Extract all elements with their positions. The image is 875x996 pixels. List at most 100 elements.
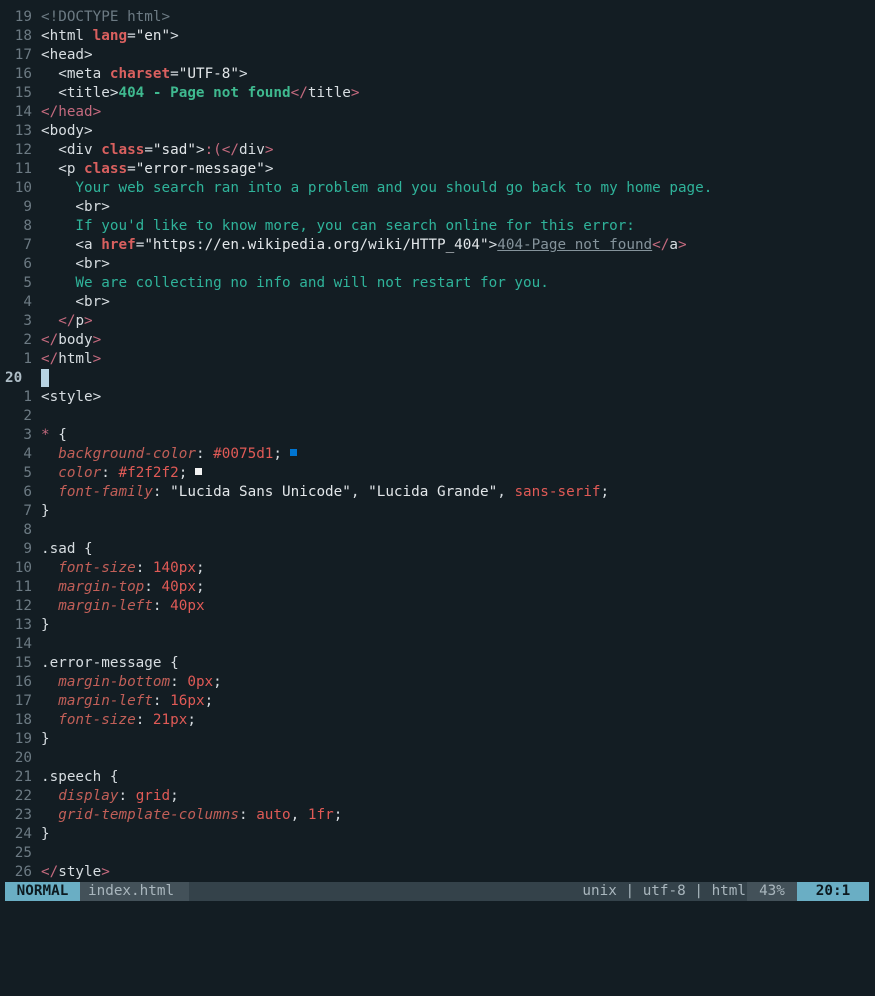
line-number: 8 [23,218,32,234]
code-line[interactable]: 6 font-family: "Lucida Sans Unicode", "L… [0,483,875,502]
code-line[interactable]: 20 [0,749,875,768]
code-text: margin-left: 16px; [41,693,213,709]
code-line[interactable]: 1 <style> [0,388,875,407]
code-line[interactable]: 18 font-size: 21px; [0,711,875,730]
code-token: { [49,427,67,443]
code-line[interactable]: 15 .error-message { [0,654,875,673]
code-line[interactable]: 22 display: grid; [0,787,875,806]
code-line[interactable]: 13 <body> [0,122,875,141]
code-token: > [678,237,687,253]
code-text: } [41,826,50,842]
line-number: 4 [23,294,32,310]
code-token: p [75,313,85,329]
code-line[interactable]: 1 </html> [0,350,875,369]
code-token: ; [333,807,343,823]
code-line[interactable]: 2 [0,407,875,426]
code-line[interactable]: 11 margin-top: 40px; [0,578,875,597]
code-line[interactable]: 10 Your web search ran into a problem an… [0,179,875,198]
line-number: 26 [14,864,32,880]
code-line[interactable]: 4 <br> [0,293,875,312]
code-token: > [92,332,102,348]
code-token: "UTF-8" [178,66,240,82]
code-line[interactable]: 2 </body> [0,331,875,350]
code-line[interactable]: 15 <title>404 - Page not found</title> [0,84,875,103]
code-token: If you'd like to know more, you can sear… [41,218,635,234]
code-line[interactable]: 23 grid-template-columns: auto, 1fr; [0,806,875,825]
code-token: title [307,85,351,101]
code-token: : [135,712,153,728]
code-token: </ [290,85,308,101]
code-line[interactable]: 4 background-color: #0075d1; [0,445,875,464]
code-line[interactable]: 16 <meta charset="UTF-8"> [0,65,875,84]
file-name: index.html [80,882,189,901]
code-line[interactable]: 5 color: #f2f2f2; [0,464,875,483]
code-text: display: grid; [41,788,179,804]
line-number: 16 [14,674,32,690]
editor-buffer[interactable]: 19 <!DOCTYPE html> 18 <html lang="en"> 17 <he… [0,8,875,882]
code-token: , [350,484,369,500]
code-line[interactable]: 13} [0,616,875,635]
code-token: </ [652,237,670,253]
code-token: } [41,826,50,842]
code-text: margin-left: 40px [41,598,204,614]
code-token: "sad" [152,142,196,158]
code-token: , [497,484,515,500]
code-line[interactable]: 14 </head> [0,103,875,122]
code-token: : [101,465,119,481]
line-number: 5 [23,275,32,291]
code-token: = [127,28,136,44]
code-line[interactable]: 12 <div class="sad">:(</div> [0,141,875,160]
code-line[interactable]: 17 margin-left: 16px; [0,692,875,711]
code-text: * { [41,427,67,443]
code-line[interactable]: 24} [0,825,875,844]
file-format: unix [582,883,617,899]
code-line[interactable]: 9 .sad { [0,540,875,559]
code-token: <head> [41,47,93,63]
code-line[interactable]: 19 <!DOCTYPE html> [0,8,875,27]
text-cursor [41,369,49,387]
code-line[interactable]: 19} [0,730,875,749]
line-number: 17 [14,693,32,709]
code-text: grid-template-columns: auto, 1fr; [41,807,342,823]
code-text: </html> [41,351,101,367]
line-number: 6 [23,484,32,500]
code-token: margin-left [41,693,153,709]
code-token: <meta [41,66,110,82]
code-line[interactable]: 3 </p> [0,312,875,331]
code-token: > [101,864,110,880]
code-token: .error-message { [41,655,179,671]
code-line[interactable]: 14 [0,635,875,654]
code-line[interactable]: 5 We are collecting no info and will not… [0,274,875,293]
code-line[interactable]: 7} [0,502,875,521]
code-text: font-family: "Lucida Sans Unicode", "Luc… [41,484,609,500]
code-text: </head> [41,104,101,120]
code-line[interactable]: 20 [0,369,875,388]
code-line[interactable]: 6 <br> [0,255,875,274]
code-line[interactable]: 7 <a href="https://en.wikipedia.org/wiki… [0,236,875,255]
code-line[interactable]: 3 * { [0,426,875,445]
code-token: font-size [41,560,136,576]
code-token: * [41,427,50,443]
file-type: html [711,883,746,899]
code-token: : [152,693,171,709]
code-line[interactable]: 26 </style> [0,863,875,882]
code-line[interactable]: 12 margin-left: 40px [0,597,875,616]
code-text: We are collecting no info and will not r… [41,275,549,291]
code-line[interactable]: 8 [0,521,875,540]
code-token: > [488,237,498,253]
status-line: NORMAL index.html unix | utf-8 | html 43… [5,882,869,901]
code-line[interactable]: 18 <html lang="en"> [0,27,875,46]
code-line[interactable]: 21 .speech { [0,768,875,787]
code-text: <html lang="en"> [41,28,179,44]
code-line[interactable]: 10 font-size: 140px; [0,559,875,578]
code-line[interactable]: 17 <head> [0,46,875,65]
code-text: Your web search ran into a problem and y… [41,180,712,196]
code-token: margin-bottom [41,674,171,690]
code-line[interactable]: 16 margin-bottom: 0px; [0,673,875,692]
code-token: "error-message" [135,161,265,177]
code-line[interactable]: 9 <br> [0,198,875,217]
code-token: We are collecting no info and will not r… [41,275,549,291]
code-line[interactable]: 25 [0,844,875,863]
code-line[interactable]: 8 If you'd like to know more, you can se… [0,217,875,236]
code-line[interactable]: 11 <p class="error-message"> [0,160,875,179]
